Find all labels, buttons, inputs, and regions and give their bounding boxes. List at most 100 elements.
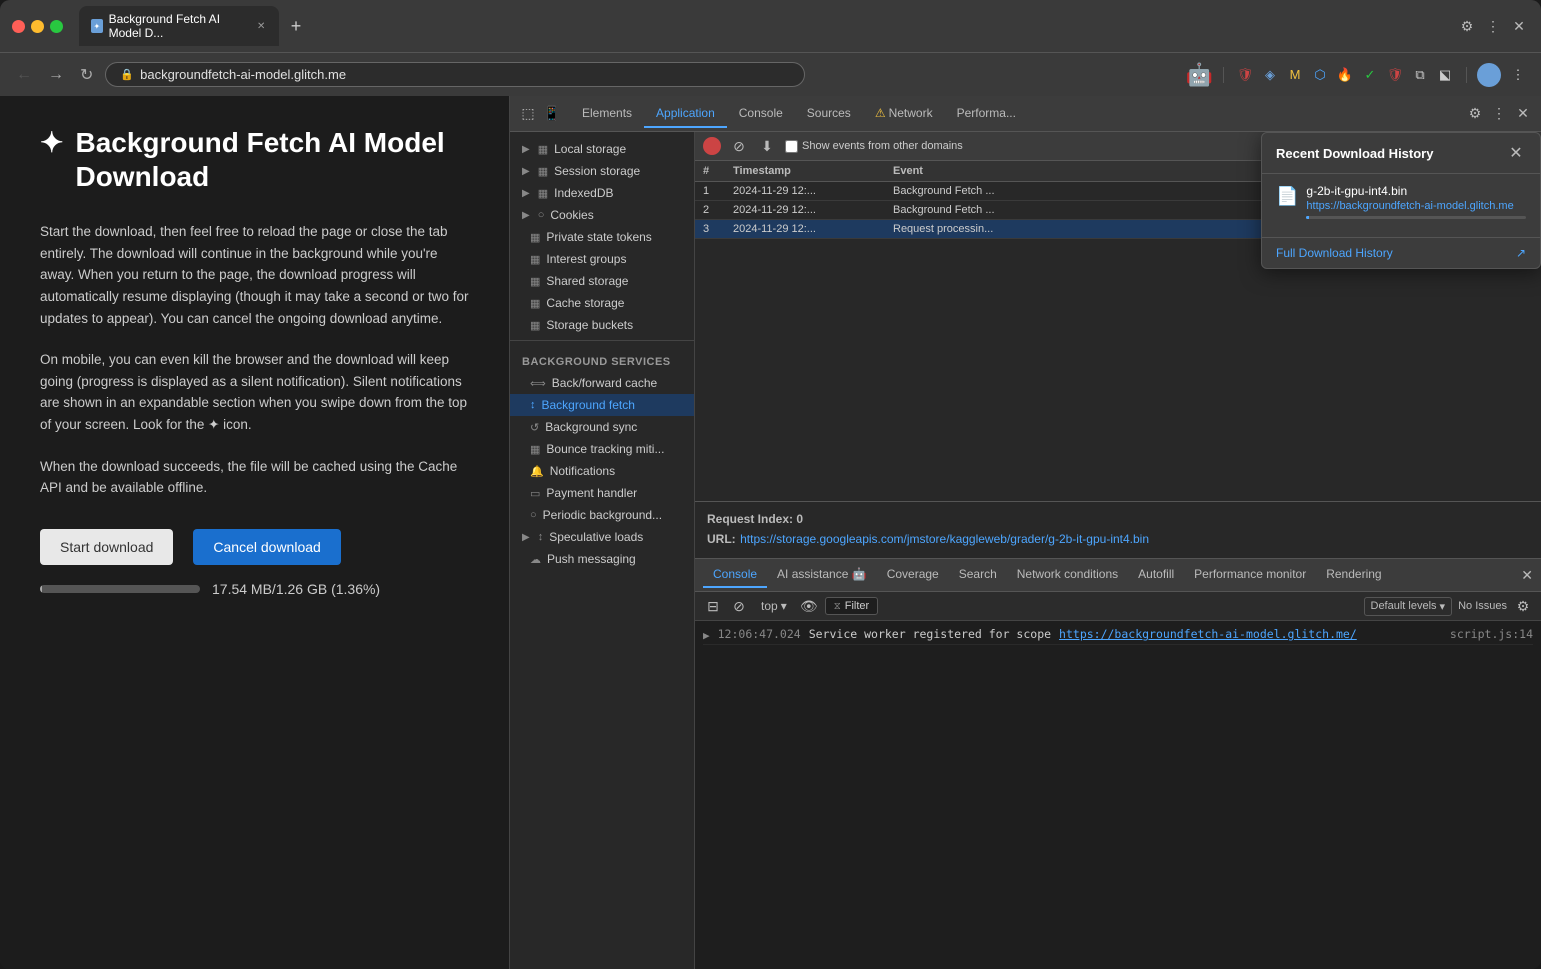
sidebar-item-background-sync[interactable]: ↺ Background sync <box>510 416 694 438</box>
url-label: URL: <box>707 532 736 546</box>
minimize-window-button[interactable] <box>31 20 44 33</box>
reload-button[interactable]: ↻ <box>76 61 97 89</box>
ext-icon-1[interactable]: 🛡 <box>1234 64 1256 86</box>
console-tab-network-conditions[interactable]: Network conditions <box>1007 562 1128 588</box>
ext-icon-6[interactable]: ✓ <box>1359 64 1381 86</box>
console-filter-box[interactable]: ⧖ Filter <box>825 597 878 615</box>
forward-button[interactable]: → <box>44 62 68 88</box>
log-source[interactable]: script.js:14 <box>1450 627 1533 641</box>
console-eye-icon[interactable]: 👁 <box>799 596 819 616</box>
profile-icon[interactable] <box>1477 63 1501 87</box>
default-levels-button[interactable]: Default levels ▾ <box>1364 597 1453 616</box>
devtools-panel-close[interactable]: ✕ <box>1513 104 1533 124</box>
tab-application[interactable]: Application <box>644 100 727 128</box>
ext-icon-3[interactable]: M <box>1284 64 1306 86</box>
sidebar-item-storage-buckets[interactable]: ▦ Storage buckets <box>510 314 694 336</box>
ssl-icon: 🔒 <box>120 68 134 81</box>
sidebar-item-periodic-background[interactable]: ○ Periodic background... <box>510 504 694 526</box>
devtools-more-options[interactable]: ⋮ <box>1489 104 1509 124</box>
back-button[interactable]: ← <box>12 62 36 88</box>
sidebar-label: Session storage <box>554 164 640 178</box>
ext-icon-8[interactable]: ⧉ <box>1409 64 1431 86</box>
start-download-button[interactable]: Start download <box>40 529 173 565</box>
ext-icon-9[interactable]: ⬕ <box>1434 64 1456 86</box>
ext-icon-7[interactable]: 🛡 <box>1384 64 1406 86</box>
console-tab-search[interactable]: Search <box>949 562 1007 588</box>
close-window-button[interactable] <box>12 20 25 33</box>
sidebar-item-notifications[interactable]: 🔔 Notifications <box>510 460 694 482</box>
devtools-close-icon[interactable]: ✕ <box>1509 16 1529 36</box>
file-icon: 📄 <box>1276 186 1298 207</box>
devtools-mobile-icon[interactable]: 📱 <box>542 104 562 124</box>
bg-services-header: Background services <box>510 352 694 372</box>
tab-sources[interactable]: Sources <box>795 100 863 128</box>
devtools-settings-gear[interactable]: ⚙ <box>1465 104 1485 124</box>
tab-performance[interactable]: Performa... <box>945 100 1028 128</box>
sidebar-label: Cookies <box>550 208 593 222</box>
show-events-checkbox[interactable] <box>785 140 798 153</box>
new-tab-button[interactable]: + <box>283 13 309 39</box>
log-timestamp: 12:06:47.024 <box>718 627 801 641</box>
sidebar-item-private-state-tokens[interactable]: ▦ Private state tokens <box>510 226 694 248</box>
devtools-sidebar: ▶ ▦ Local storage ▶ ▦ Session storage ▶ … <box>510 132 695 969</box>
sidebar-item-cache-storage[interactable]: ▦ Cache storage <box>510 292 694 314</box>
console-tab-rendering[interactable]: Rendering <box>1316 562 1391 588</box>
clear-icon[interactable]: ⊘ <box>729 136 749 156</box>
show-events-label[interactable]: Show events from other domains <box>785 140 963 153</box>
popup-close-button[interactable]: ✕ <box>1506 143 1526 163</box>
console-close-button[interactable]: ✕ <box>1521 567 1533 584</box>
log-link[interactable]: https://backgroundfetch-ai-model.glitch.… <box>1059 627 1357 641</box>
console-tab-coverage[interactable]: Coverage <box>877 562 949 588</box>
console-sidebar-icon[interactable]: ⊟ <box>703 596 723 616</box>
download-url[interactable]: https://backgroundfetch-ai-model.glitch.… <box>1306 200 1526 212</box>
sidebar-item-payment-handler[interactable]: ▭ Payment handler <box>510 482 694 504</box>
console-tab-autofill[interactable]: Autofill <box>1128 562 1184 588</box>
sidebar-item-cookies[interactable]: ▶ ○ Cookies <box>510 204 694 226</box>
console-top-dropdown[interactable]: top ▾ <box>755 597 793 615</box>
devtools-settings-icon[interactable]: ⚙ <box>1457 16 1477 36</box>
download-icon[interactable]: ⬇ <box>757 136 777 156</box>
console-tab-console[interactable]: Console <box>703 562 767 588</box>
devtools-inspect-icon[interactable]: ⬚ <box>518 104 538 124</box>
sidebar-item-session-storage[interactable]: ▶ ▦ Session storage <box>510 160 694 182</box>
ext-icon-4[interactable]: ⬡ <box>1309 64 1331 86</box>
tab-console[interactable]: Console <box>727 100 795 128</box>
console-tab-ai[interactable]: AI assistance 🤖 <box>767 562 877 588</box>
progress-bar-fill <box>40 585 42 593</box>
tab-network[interactable]: ⚠Network <box>863 100 945 128</box>
url-row: URL: https://storage.googleapis.com/jmst… <box>707 530 1529 548</box>
record-button[interactable] <box>703 137 721 155</box>
active-tab[interactable]: ✦ Background Fetch AI Model D... ✕ <box>79 6 279 46</box>
maximize-window-button[interactable] <box>50 20 63 33</box>
sidebar-label: Background fetch <box>542 398 635 412</box>
ext-icon-2[interactable]: ◈ <box>1259 64 1281 86</box>
sidebar-item-push-messaging[interactable]: ☁ Push messaging <box>510 548 694 570</box>
url-text: backgroundfetch-ai-model.glitch.me <box>140 67 346 82</box>
download-buttons: Start download Cancel download <box>40 529 469 565</box>
sidebar-item-interest-groups[interactable]: ▦ Interest groups <box>510 248 694 270</box>
console-tab-performance-monitor[interactable]: Performance monitor <box>1184 562 1316 588</box>
external-link-icon[interactable]: ↗ <box>1516 246 1526 260</box>
ext-icon-5[interactable]: 🔥 <box>1334 64 1356 86</box>
console-settings-icon[interactable]: ⚙ <box>1513 596 1533 616</box>
browser-menu-icon[interactable]: ⋮ <box>1507 64 1529 86</box>
sidebar-item-speculative-loads[interactable]: ▶ ↕ Speculative loads <box>510 526 694 548</box>
sidebar-item-back-forward-cache[interactable]: ⟺ Back/forward cache <box>510 372 694 394</box>
sidebar-item-background-fetch[interactable]: ↕ Background fetch <box>510 394 694 416</box>
sidebar-item-bounce-tracking[interactable]: ▦ Bounce tracking miti... <box>510 438 694 460</box>
devtools-more-icon[interactable]: ⋮ <box>1483 16 1503 36</box>
tab-elements[interactable]: Elements <box>570 100 644 128</box>
address-bar[interactable]: 🔒 backgroundfetch-ai-model.glitch.me <box>105 62 805 87</box>
cancel-download-button[interactable]: Cancel download <box>193 529 340 565</box>
page-title: ✦ Background Fetch AI Model Download <box>40 126 469 193</box>
full-history-link[interactable]: Full Download History <box>1276 246 1393 260</box>
console-clear-icon[interactable]: ⊘ <box>729 596 749 616</box>
popup-footer: Full Download History ↗ <box>1262 237 1540 268</box>
expand-arrow[interactable]: ▶ <box>703 629 710 642</box>
sidebar-item-shared-storage[interactable]: ▦ Shared storage <box>510 270 694 292</box>
sidebar-item-indexeddb[interactable]: ▶ ▦ IndexedDB <box>510 182 694 204</box>
detail-url[interactable]: https://storage.googleapis.com/jmstore/k… <box>740 532 1149 546</box>
sidebar-item-local-storage[interactable]: ▶ ▦ Local storage <box>510 138 694 160</box>
tab-close-button[interactable]: ✕ <box>255 19 267 33</box>
sidebar-label: Payment handler <box>546 486 637 500</box>
